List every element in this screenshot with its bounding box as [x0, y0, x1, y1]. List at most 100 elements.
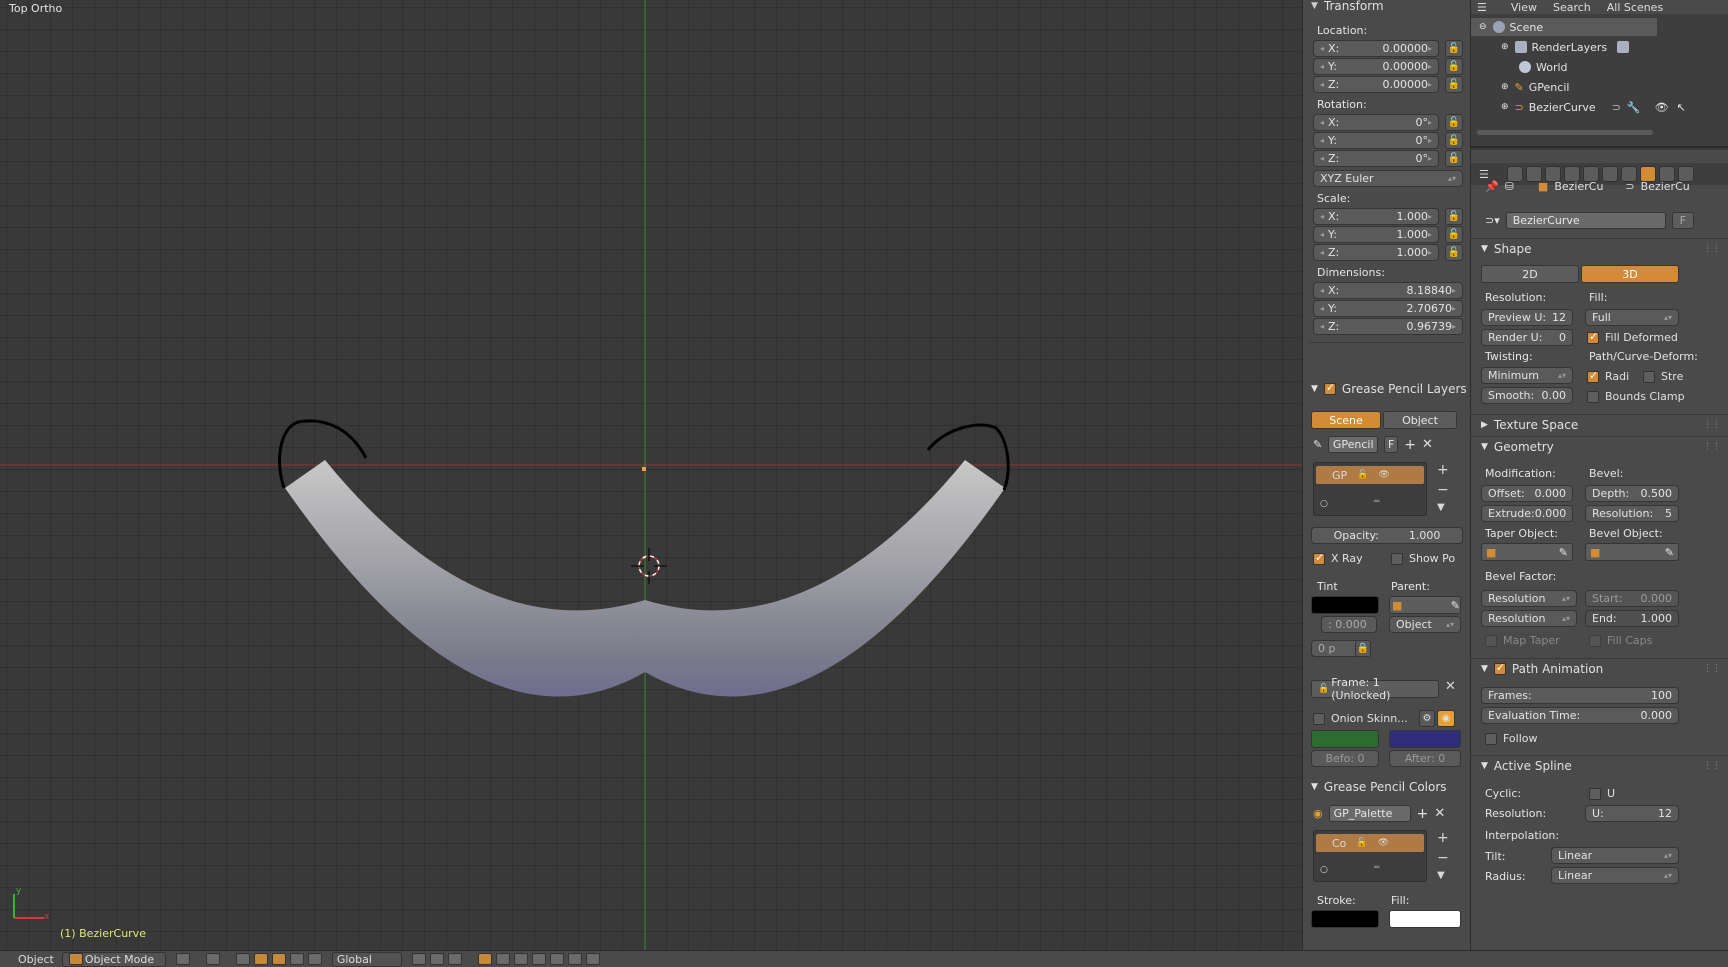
show-points-checkbox[interactable]: Show Po — [1391, 552, 1455, 565]
bevel-factor-mapping-end[interactable]: Resolution ▴▾ — [1481, 610, 1577, 627]
tint-factor-field[interactable]: : 0.000 — [1321, 616, 1377, 633]
drag-handle-icon[interactable]: ⋮⋮ — [1703, 420, 1721, 430]
close-icon[interactable]: ✕ — [1434, 806, 1445, 821]
scale-x-field[interactable]: ◂ X: 1.000 ▸ — [1313, 208, 1439, 225]
lock-icon[interactable]: 🔓 — [1445, 114, 1463, 131]
drag-handle-icon[interactable]: ⋮⋮ — [1703, 761, 1721, 771]
onion-after-color[interactable] — [1389, 730, 1461, 748]
outliner-row-world[interactable]: World — [1471, 58, 1728, 76]
stretch-checkbox[interactable]: Stre — [1643, 370, 1683, 383]
eye-icon[interactable]: 👁 — [1655, 101, 1669, 114]
curve-datablock[interactable]: ⊃▾ BezierCurve F — [1485, 212, 1694, 229]
scale-y-field[interactable]: ◂ Y: 1.000 ▸ — [1313, 226, 1439, 243]
rotation-x-field[interactable]: ◂ X: 0° ▸ — [1313, 114, 1439, 131]
manipulator-toggles[interactable] — [230, 952, 328, 967]
close-icon[interactable]: ✕ — [1445, 679, 1456, 694]
xray-checkbox[interactable]: X Ray — [1313, 551, 1363, 565]
close-icon[interactable]: ✕ — [1422, 437, 1433, 452]
editor-type-icon[interactable]: ☰ — [1479, 168, 1489, 181]
object-menu[interactable]: Object — [14, 952, 58, 967]
lock-icon[interactable]: 🔓 — [1445, 40, 1463, 57]
dimensions-z-field[interactable]: ◂ Z: 0.96739 ▸ — [1313, 318, 1463, 335]
stroke-color-swatch[interactable] — [1311, 910, 1379, 928]
shape-2d-button[interactable]: 2D — [1481, 265, 1579, 283]
lock-icon[interactable]: 🔓 — [1445, 58, 1463, 75]
bounds-clamp-checkbox[interactable]: Bounds Clamp — [1587, 390, 1685, 403]
expand-icon[interactable]: ⊕ — [1501, 82, 1509, 92]
map-taper-checkbox[interactable]: Map Taper — [1485, 634, 1560, 647]
rotation-mode-dropdown[interactable]: XYZ Euler ▴▾ — [1313, 170, 1463, 187]
resize-handle-icon[interactable]: ═ — [1374, 497, 1379, 507]
path-animation-header[interactable]: ▼Path Animation⋮⋮ — [1471, 658, 1728, 678]
thickness-lock-icon[interactable]: 🔒 — [1355, 640, 1371, 657]
outliner-row-scene[interactable]: ⊖ Scene — [1471, 18, 1657, 36]
expand-icon[interactable]: ⊕ — [1501, 42, 1509, 52]
eye-icon[interactable]: 👁 — [1378, 838, 1389, 848]
preview-u-field[interactable]: Preview U: 12 — [1481, 309, 1573, 326]
pivot-dropdown[interactable] — [200, 952, 226, 967]
parent-type-dropdown[interactable]: Object ▴▾ — [1389, 616, 1461, 633]
tab-scene[interactable]: Scene — [1311, 411, 1381, 429]
lock-icon[interactable]: 🔓 — [1445, 208, 1463, 225]
viewport-canvas[interactable] — [0, 0, 1302, 950]
onion-before-color[interactable] — [1311, 730, 1379, 748]
lock-icon[interactable]: 🔓 — [1445, 132, 1463, 149]
fill-mode-dropdown[interactable]: Full ▴▾ — [1585, 309, 1679, 326]
drag-handle-icon[interactable]: ⋮⋮ — [1703, 244, 1721, 254]
drag-handle-icon[interactable]: ⋮⋮ — [1703, 442, 1721, 452]
outliner-row-gpencil[interactable]: ⊕ ✎ GPencil — [1471, 78, 1728, 96]
eyedropper-icon[interactable]: ✎ — [1451, 599, 1460, 612]
3d-viewport[interactable]: Top Ortho (1) BezierCurve y x — [0, 0, 1302, 950]
geometry-header[interactable]: ▼ Geometry ⋮⋮ — [1471, 436, 1728, 456]
location-x-field[interactable]: ◂ X: 0.00000 ▸ — [1313, 40, 1439, 57]
palette-datablock[interactable]: ◉ GP_Palette + ✕ — [1313, 805, 1445, 822]
color-list[interactable]: Co 🔓 👁 ○ ═ — [1313, 830, 1427, 882]
tint-color-swatch[interactable] — [1311, 596, 1379, 614]
eyedropper-icon[interactable]: ✎ — [1665, 546, 1674, 559]
frame-button[interactable]: 🔓 Frame: 1 (Unlocked) — [1311, 676, 1439, 702]
bevel-start-field[interactable]: Start: 0.000 — [1585, 590, 1679, 607]
filter-icon[interactable]: ○ — [1320, 865, 1328, 875]
expand-icon[interactable]: ⊕ — [1501, 102, 1509, 112]
scale-z-field[interactable]: ◂ Z: 1.000 ▸ — [1313, 244, 1439, 261]
layer-list[interactable]: GP 🔓 👁 ○ ═ — [1313, 462, 1427, 516]
extrude-field[interactable]: Extrude: 0.000 — [1481, 505, 1573, 522]
eye-icon[interactable]: 👁 — [1378, 470, 1389, 480]
remove-layer-icon[interactable]: − — [1437, 482, 1449, 498]
path-animation-checkbox[interactable] — [1493, 661, 1506, 675]
location-z-field[interactable]: ◂ Z: 0.00000 ▸ — [1313, 76, 1439, 93]
chevron-down-icon[interactable]: ▼ — [1437, 870, 1445, 881]
parent-field[interactable]: ■ ✎ — [1389, 596, 1461, 614]
follow-checkbox[interactable]: Follow — [1485, 732, 1538, 745]
texture-space-header[interactable]: ▶ Texture Space ⋮⋮ — [1471, 414, 1728, 434]
radius-interpolation-dropdown[interactable]: Linear ▴▾ — [1551, 867, 1679, 884]
render-u-field[interactable]: Render U: 0 — [1481, 329, 1573, 346]
dimensions-y-field[interactable]: ◂ Y: 2.70670 ▸ — [1313, 300, 1463, 317]
plus-icon[interactable]: + — [1417, 806, 1429, 822]
resize-handle-icon[interactable]: ═ — [1374, 863, 1379, 873]
fill-caps-checkbox[interactable]: Fill Caps — [1589, 634, 1652, 647]
gp-layers-checkbox[interactable] — [1323, 381, 1336, 395]
opacity-field[interactable]: Opacity: 1.000 — [1311, 527, 1463, 544]
pin-icon[interactable]: 📌 — [1485, 180, 1499, 193]
outliner-row-beziercurve[interactable]: ⊕ ⊃ BezierCurve ⊃ 🔧 👁 ↖ — [1471, 98, 1728, 116]
tilt-interpolation-dropdown[interactable]: Linear ▴▾ — [1551, 847, 1679, 864]
evaluation-time-field[interactable]: Evaluation Time: 0.000 — [1481, 707, 1679, 724]
add-layer-icon[interactable]: + — [1437, 462, 1449, 478]
spline-resolution-u-field[interactable]: U: 12 — [1585, 805, 1679, 822]
onion-settings-icon[interactable]: ⚙ — [1419, 710, 1435, 727]
after-field[interactable]: After: 0 — [1389, 750, 1461, 767]
taper-object-field[interactable]: ■ ✎ — [1481, 543, 1573, 561]
active-spline-header[interactable]: ▼ Active Spline ⋮⋮ — [1471, 755, 1728, 775]
mode-dropdown[interactable]: Object Mode — [61, 951, 166, 967]
drag-handle-icon[interactable]: ⋮⋮ — [1703, 664, 1721, 674]
chevron-down-icon[interactable]: ▼ — [1437, 502, 1445, 513]
bevel-resolution-field[interactable]: Resolution: 5 — [1585, 505, 1679, 522]
transform-header[interactable]: ▼ Transform — [1303, 0, 1384, 16]
bevel-factor-mapping-start[interactable]: Resolution ▴▾ — [1481, 590, 1577, 607]
fill-color-swatch[interactable] — [1389, 910, 1461, 928]
smooth-field[interactable]: Smooth: 0.00 — [1481, 387, 1573, 404]
dimensions-x-field[interactable]: ◂ X: 8.18840 ▸ — [1313, 282, 1463, 299]
remove-color-icon[interactable]: − — [1437, 850, 1449, 866]
fill-deformed-checkbox[interactable]: Fill Deformed — [1587, 330, 1678, 344]
